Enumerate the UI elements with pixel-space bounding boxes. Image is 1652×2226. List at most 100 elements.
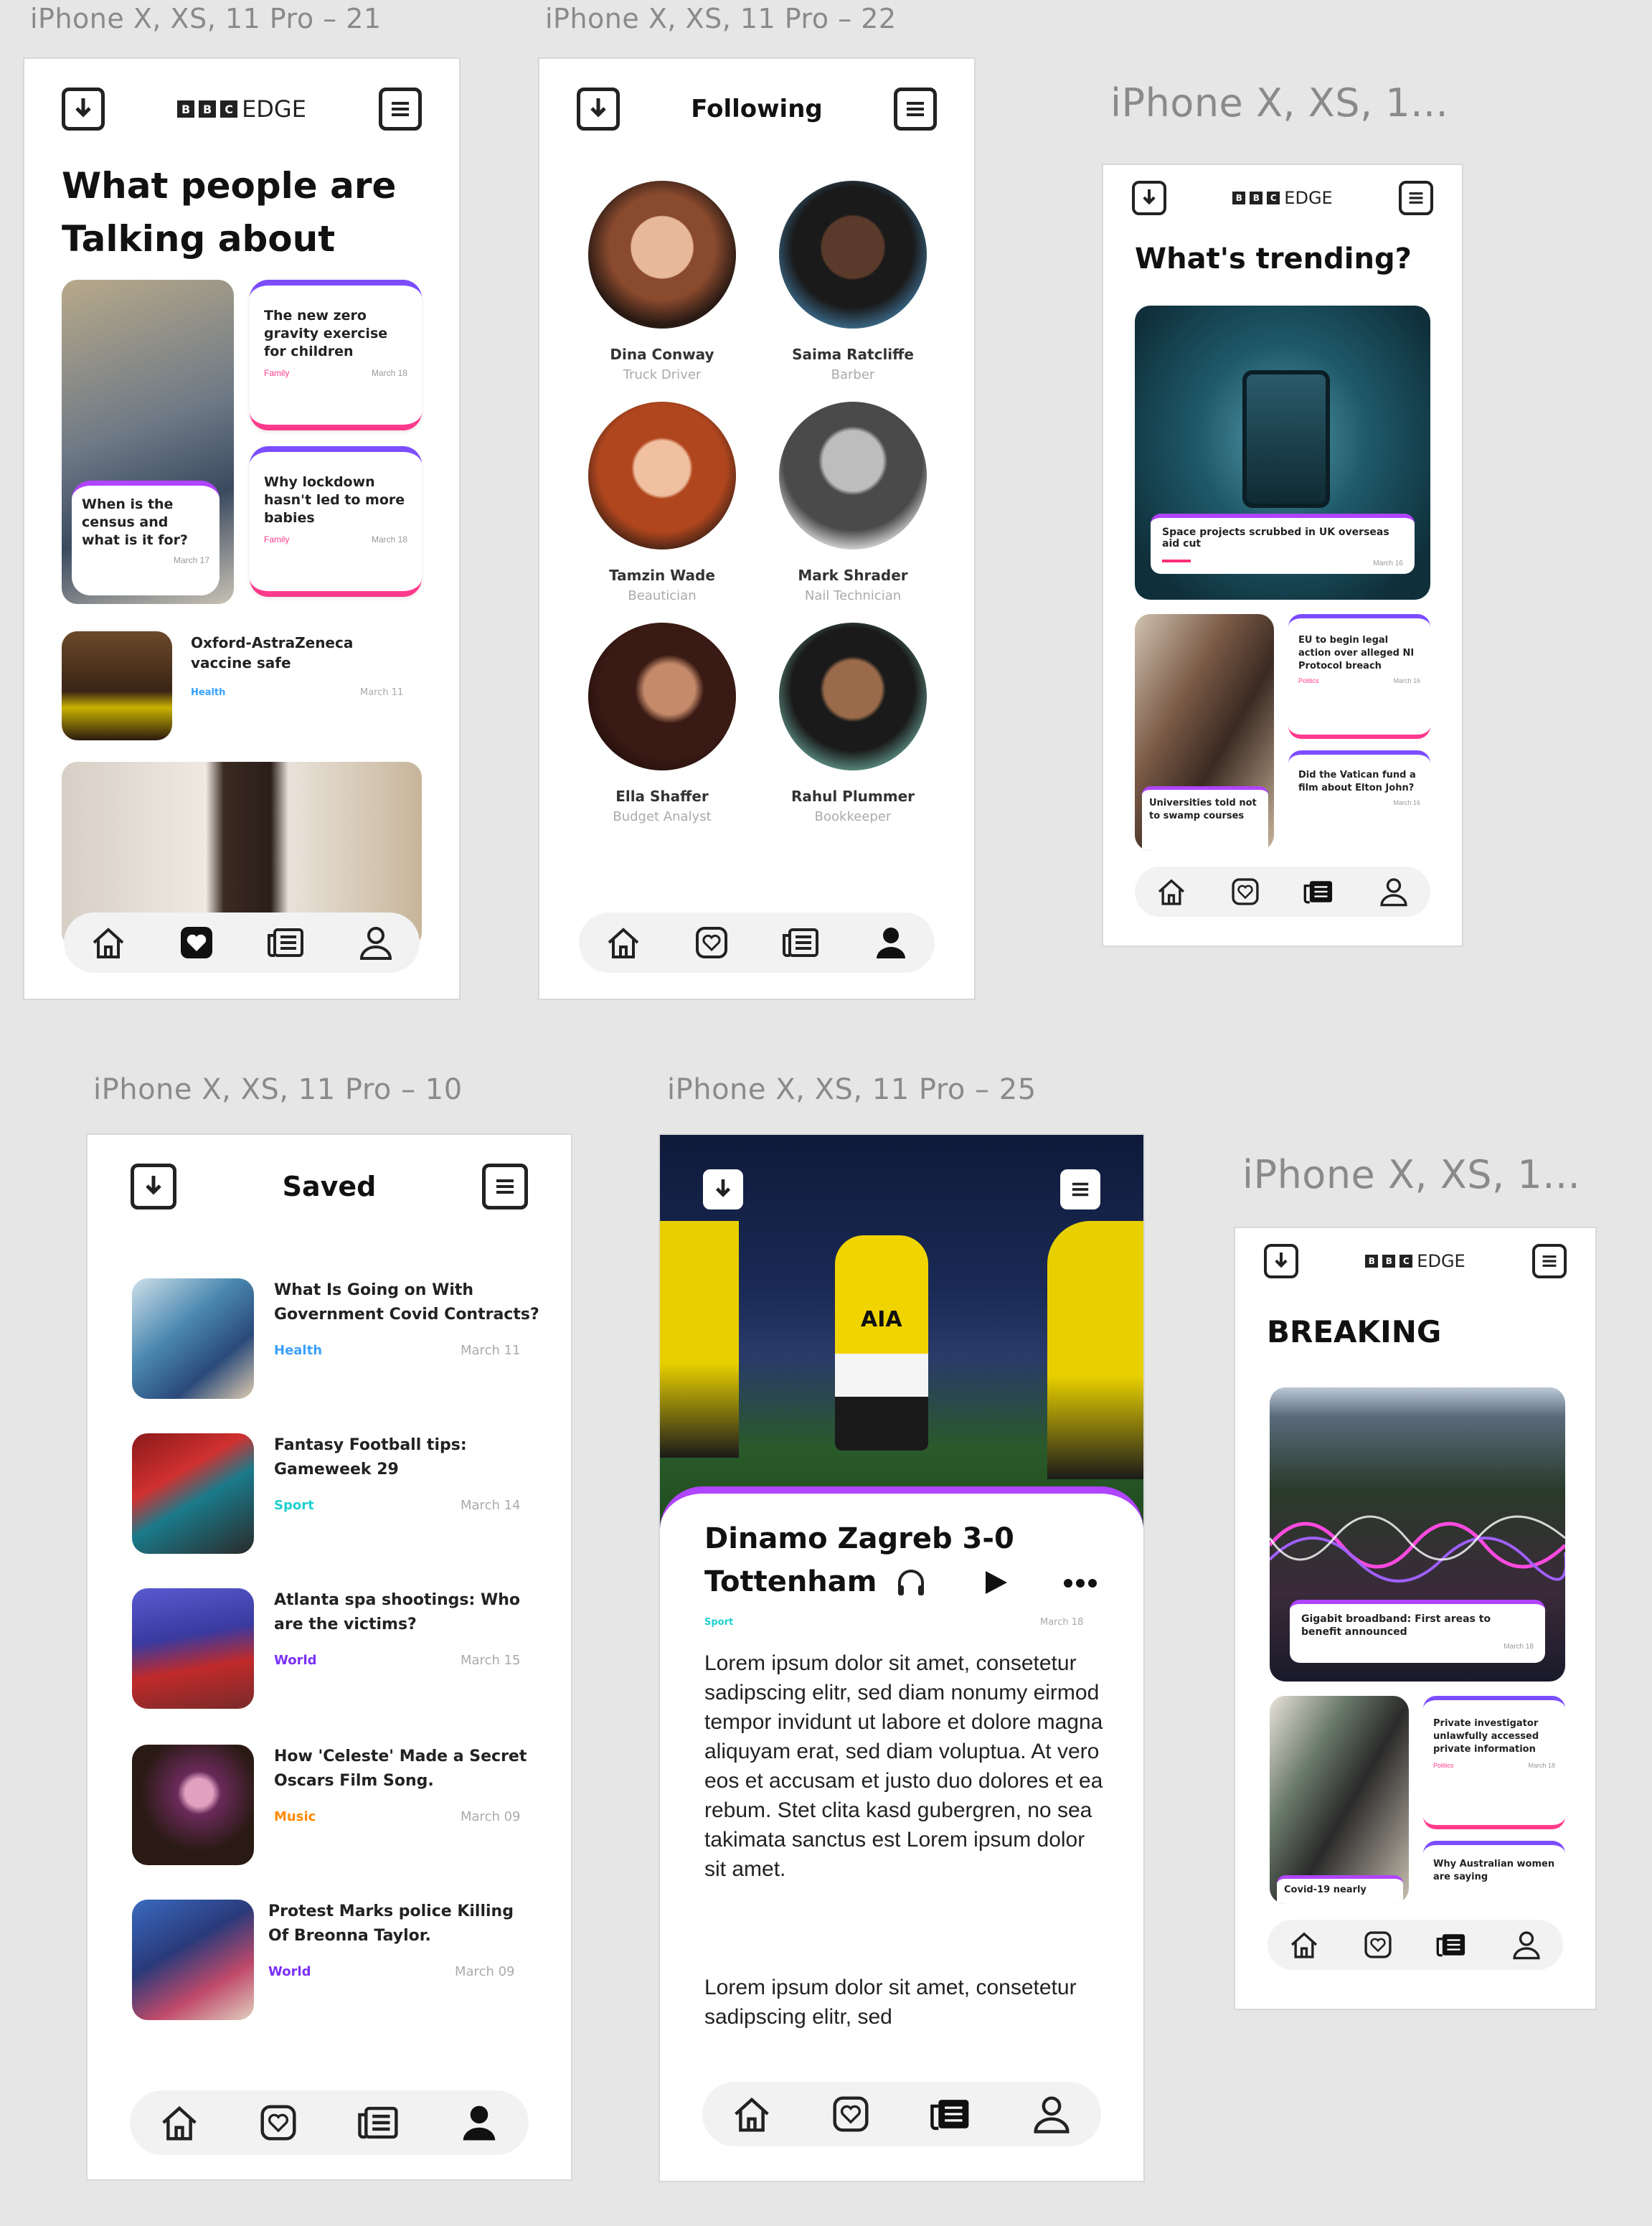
download-icon[interactable] — [1132, 181, 1166, 215]
saved-date: March 11 — [461, 1343, 521, 1358]
saved-thumbnail[interactable] — [132, 1900, 254, 2020]
user-icon[interactable] — [872, 924, 910, 961]
news-icon[interactable] — [1435, 1929, 1468, 1961]
saved-title[interactable]: Atlanta spa shootings: Who are the victi… — [274, 1588, 532, 1637]
hero-caption-card[interactable]: Gigabit broadband: First areas to benefi… — [1290, 1600, 1545, 1663]
avatar[interactable] — [779, 402, 927, 550]
user-icon[interactable] — [357, 924, 395, 961]
more-icon[interactable] — [1063, 1578, 1098, 1592]
person-name[interactable]: Tamzin Wade — [568, 567, 756, 584]
download-icon[interactable] — [131, 1164, 176, 1209]
user-icon[interactable] — [1511, 1929, 1542, 1961]
story-date: March 16 — [1393, 799, 1420, 806]
covid-photo[interactable]: Covid-19 nearly — [1270, 1696, 1409, 1904]
heart-icon[interactable] — [1362, 1929, 1394, 1961]
person-name[interactable]: Dina Conway — [568, 346, 756, 363]
frame-22: Following Dina Conway Truck Driver Saima… — [539, 59, 974, 999]
hero-photo[interactable]: Gigabit broadband: First areas to benefi… — [1270, 1387, 1565, 1682]
article-category: Sport — [704, 1617, 734, 1628]
photo-caption-card[interactable]: Universities told not to swamp courses — [1142, 786, 1268, 851]
saved-title[interactable]: What Is Going on With Government Covid C… — [274, 1278, 547, 1327]
story-card-vatican[interactable]: Did the Vatican fund a film about Elton … — [1288, 750, 1430, 851]
hero-caption: Space projects scrubbed in UK overseas a… — [1162, 527, 1389, 550]
saved-thumbnail[interactable] — [132, 1433, 254, 1554]
download-icon[interactable] — [703, 1169, 743, 1209]
person-name[interactable]: Ella Shaffer — [568, 788, 756, 805]
play-icon[interactable] — [981, 1568, 1010, 1600]
news-icon[interactable] — [357, 2102, 401, 2144]
story-title: Why lockdown hasn't led to more babies — [264, 474, 405, 526]
home-icon[interactable] — [159, 2102, 200, 2144]
home-icon[interactable] — [731, 2093, 773, 2135]
frame-21: B B C EDGE What people are Talking about… — [24, 59, 459, 999]
heart-icon[interactable] — [1229, 876, 1261, 907]
avatar[interactable] — [588, 181, 736, 329]
photo-caption: Covid-19 nearly — [1284, 1885, 1367, 1895]
story-category: Family — [264, 368, 290, 378]
saved-title[interactable]: Protest Marks police Killing Of Breonna … — [268, 1900, 527, 1948]
bottom-nav — [702, 2082, 1101, 2146]
heart-icon[interactable] — [178, 924, 215, 961]
user-icon[interactable] — [1378, 876, 1410, 907]
user-icon[interactable] — [1031, 2093, 1072, 2135]
person-role: Barber — [831, 367, 875, 382]
avatar[interactable] — [779, 623, 927, 770]
frame-label-trending: iPhone X, XS, 1... — [1110, 80, 1449, 126]
article-paragraph-2: Lorem ipsum dolor sit amet, consetetur s… — [704, 1976, 1077, 2029]
menu-icon[interactable] — [1399, 181, 1433, 215]
story-date: March 11 — [360, 687, 404, 698]
heart-icon[interactable] — [693, 924, 730, 961]
story-title: Did the Vatican fund a film about Elton … — [1298, 770, 1416, 793]
person-name[interactable]: Mark Shrader — [759, 567, 947, 584]
bottom-nav — [579, 912, 935, 973]
story-card-australian[interactable]: Why Australian women are saying — [1423, 1841, 1565, 1905]
menu-icon[interactable] — [893, 88, 937, 131]
news-icon[interactable] — [781, 924, 821, 961]
vaccine-thumbnail[interactable] — [62, 631, 172, 740]
person-name[interactable]: Saima Ratcliffe — [759, 346, 947, 363]
hero-photo[interactable]: Space projects scrubbed in UK overseas a… — [1135, 306, 1430, 600]
logo-text: EDGE — [1284, 188, 1333, 208]
person-name[interactable]: Rahul Plummer — [759, 788, 947, 805]
story-card-investigator[interactable]: Private investigator unlawfully accessed… — [1423, 1696, 1565, 1829]
story-card-lockdown[interactable]: Why lockdown hasn't led to more babies F… — [250, 446, 422, 597]
saved-thumbnail[interactable] — [132, 1278, 254, 1399]
story-card-gravity[interactable]: The new zero gravity exercise for childr… — [250, 280, 422, 430]
story-card-eu[interactable]: EU to begin legal action over alleged NI… — [1288, 614, 1430, 739]
photo-caption-card[interactable]: Covid-19 nearly — [1277, 1875, 1403, 1904]
avatar[interactable] — [779, 181, 927, 329]
hero-caption-card[interactable]: Space projects scrubbed in UK overseas a… — [1151, 514, 1415, 574]
headphones-icon[interactable] — [895, 1567, 927, 1602]
students-photo[interactable]: Universities told not to swamp courses — [1135, 614, 1274, 851]
saved-category: World — [274, 1653, 317, 1668]
home-icon[interactable] — [605, 924, 642, 961]
avatar[interactable] — [588, 623, 736, 770]
person-role: Budget Analyst — [613, 809, 712, 824]
heart-icon[interactable] — [258, 2102, 299, 2144]
menu-icon[interactable] — [1060, 1169, 1100, 1209]
heart-icon[interactable] — [830, 2093, 872, 2135]
download-icon[interactable] — [1264, 1244, 1298, 1278]
story-title: EU to begin legal action over alleged NI… — [1298, 635, 1415, 671]
home-icon[interactable] — [1288, 1929, 1320, 1961]
frame-25: AIA Dinamo Zagreb 3-0 Tottenham Sport Ma… — [660, 1135, 1143, 2181]
story-title[interactable]: Oxford-AstraZeneca vaccine safe — [191, 633, 377, 673]
saved-title[interactable]: How 'Celeste' Made a Secret Oscars Film … — [274, 1745, 532, 1793]
menu-icon[interactable] — [379, 88, 422, 131]
home-icon[interactable] — [1156, 876, 1187, 907]
user-icon[interactable] — [458, 2102, 500, 2144]
news-icon[interactable] — [1303, 876, 1336, 907]
news-icon[interactable] — [266, 924, 306, 961]
download-icon[interactable] — [62, 88, 105, 131]
download-icon[interactable] — [577, 88, 620, 131]
street-photo[interactable]: When is the census and what is it for? M… — [62, 280, 234, 604]
saved-thumbnail[interactable] — [132, 1588, 254, 1709]
menu-icon[interactable] — [481, 1164, 528, 1209]
avatar[interactable] — [588, 402, 736, 550]
saved-title[interactable]: Fantasy Football tips: Gameweek 29 — [274, 1433, 532, 1482]
news-icon[interactable] — [929, 2093, 973, 2135]
saved-thumbnail[interactable] — [132, 1745, 254, 1865]
home-icon[interactable] — [90, 924, 127, 961]
menu-icon[interactable] — [1532, 1244, 1567, 1278]
story-card-census[interactable]: When is the census and what is it for? M… — [72, 481, 220, 595]
